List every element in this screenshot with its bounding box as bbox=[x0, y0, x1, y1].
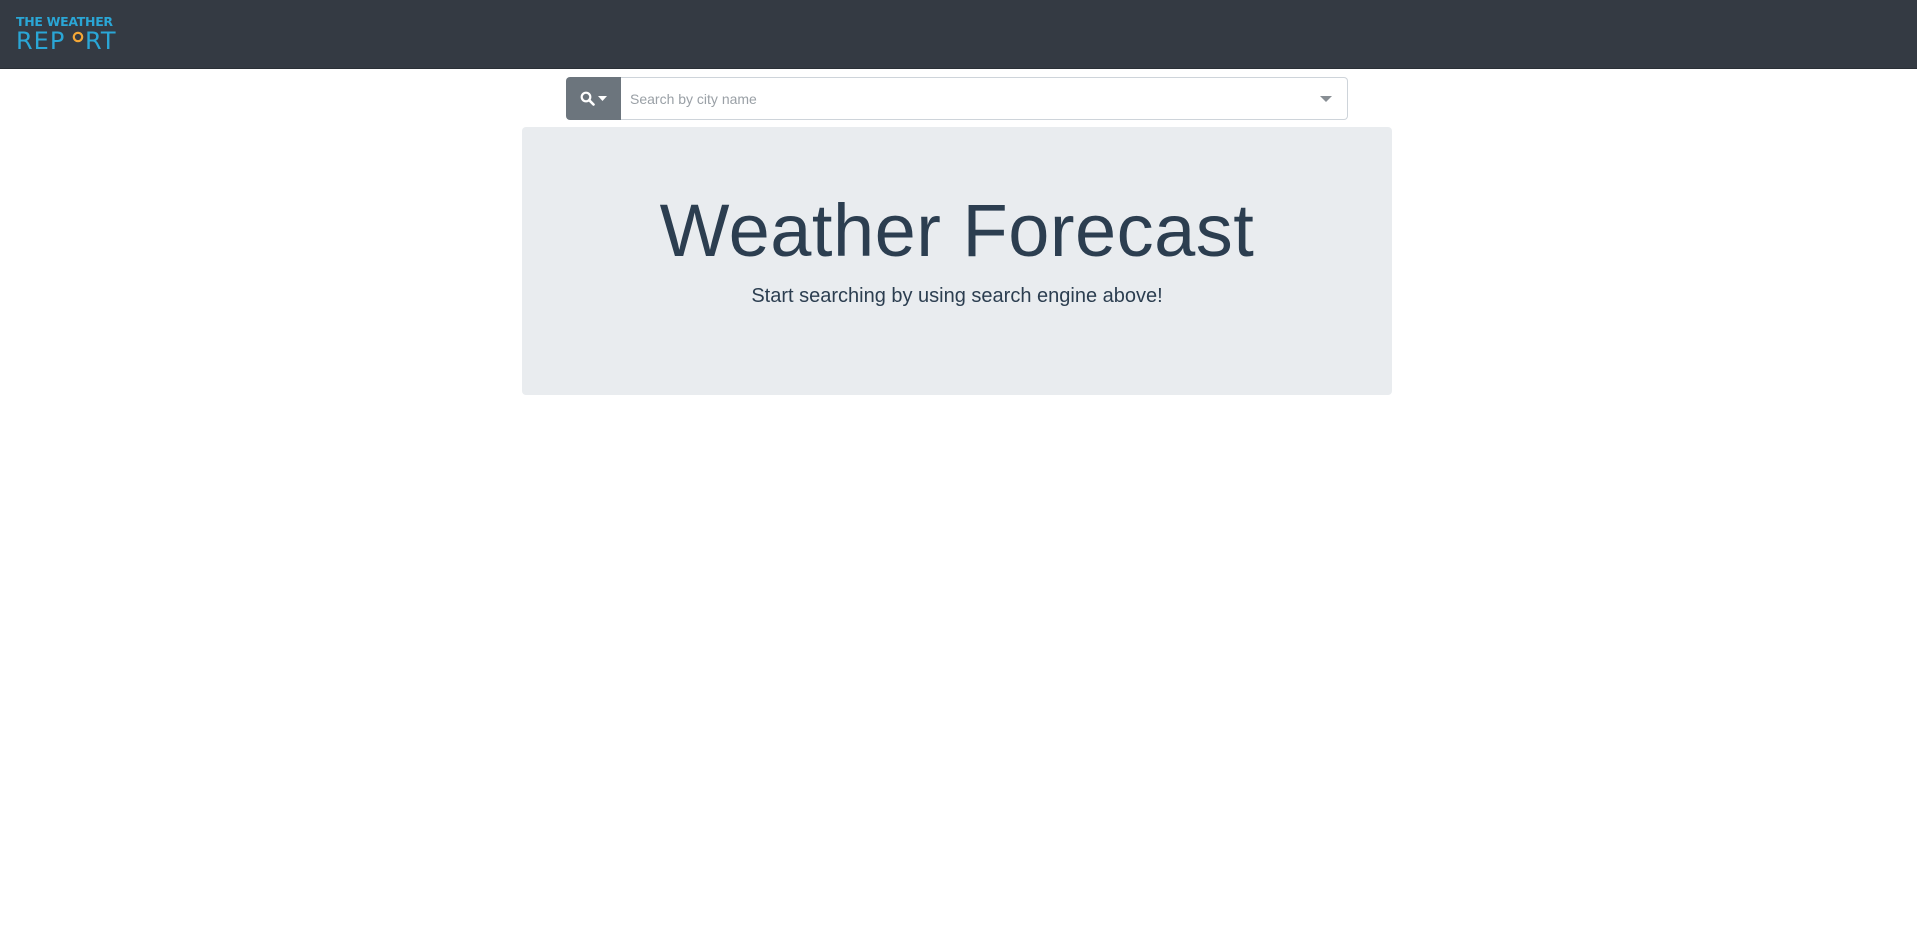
page-subtitle: Start searching by using search engine a… bbox=[751, 285, 1163, 308]
page-title: Weather Forecast bbox=[659, 189, 1255, 272]
logo-text-bottom-right: RT bbox=[85, 27, 117, 53]
city-search-bar bbox=[566, 77, 1348, 120]
dropdown-arrow-icon[interactable] bbox=[1320, 96, 1332, 102]
logo-text-bottom-left: REP bbox=[16, 27, 65, 53]
search-options-button[interactable] bbox=[566, 77, 621, 120]
search-input-wrapper bbox=[621, 77, 1348, 120]
search-icon bbox=[580, 91, 595, 106]
weather-report-logo[interactable]: THE WEATHER REP RT bbox=[16, 14, 120, 55]
sun-icon bbox=[72, 31, 84, 43]
hero-jumbotron: Weather Forecast Start searching by usin… bbox=[522, 127, 1392, 395]
city-search-input[interactable] bbox=[621, 78, 1347, 119]
caret-down-icon bbox=[598, 95, 607, 101]
logo-graphic: THE WEATHER REP RT bbox=[16, 14, 117, 55]
top-navbar: THE WEATHER REP RT bbox=[0, 0, 1917, 69]
